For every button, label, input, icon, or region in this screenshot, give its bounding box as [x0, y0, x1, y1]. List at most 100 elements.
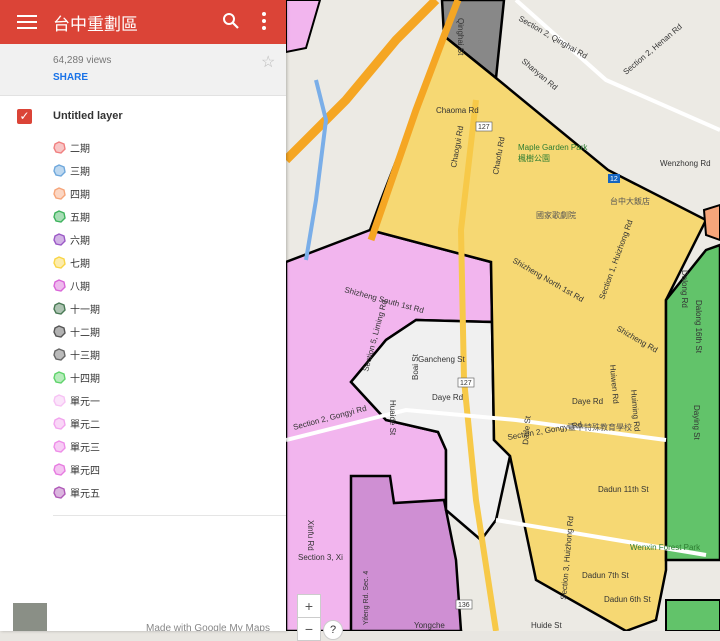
- legend-item[interactable]: 七期: [53, 254, 90, 270]
- zone-4[interactable]: [702, 203, 720, 242]
- legend-item[interactable]: 六期: [53, 231, 90, 247]
- legend-item-label: 十一期: [70, 304, 100, 316]
- polygon-style-icon: [53, 393, 66, 407]
- legend-item-label: 七期: [70, 258, 90, 270]
- polygon-style-icon: [53, 163, 66, 177]
- label-huide-st: Huide St: [531, 621, 562, 630]
- label-maple-garden-zh: 楓樹公園: [518, 153, 550, 163]
- polygon-style-icon: [53, 324, 66, 338]
- label-gancheng-st: Gancheng St: [418, 355, 465, 364]
- legend-item[interactable]: 三期: [53, 162, 90, 178]
- star-icon[interactable]: ☆: [261, 52, 275, 72]
- map-svg[interactable]: Qinghai St Section 2, Qinghai Rd Section…: [286, 0, 720, 631]
- label-xinfu-rd: Xinfu Rd: [306, 520, 315, 551]
- route-136: 136: [458, 602, 470, 609]
- map-info: 64,289 views SHARE ☆: [0, 44, 286, 96]
- legend-item-label: 十四期: [70, 373, 100, 385]
- zoom-out-button[interactable]: −: [297, 617, 321, 641]
- polygon-style-icon: [53, 462, 66, 476]
- label-boai-st: Boai St: [411, 353, 420, 380]
- label-dadun-6th: Dadun 6th St: [604, 595, 651, 604]
- legend-item-label: 八期: [70, 281, 90, 293]
- route-127-mid: 127: [460, 380, 472, 387]
- legend-item-label: 單元四: [70, 465, 100, 477]
- legend-item-label: 四期: [70, 189, 90, 201]
- label-qinghai-st: Qinghai St: [456, 18, 465, 56]
- label-section3-xi: Section 3, Xi: [298, 553, 343, 562]
- legend-item[interactable]: 八期: [53, 277, 90, 293]
- legend-item[interactable]: 十四期: [53, 369, 100, 385]
- legend-item-label: 五期: [70, 212, 90, 224]
- legend-item[interactable]: 十二期: [53, 323, 100, 339]
- label-daye-rd-2: Daye Rd: [572, 397, 603, 406]
- label-school: 臺中特殊教育學校: [568, 422, 632, 432]
- label-dadun-7th: Dadun 7th St: [582, 571, 629, 580]
- label-maple-garden: Maple Garden Park: [518, 143, 588, 152]
- layer-checkbox[interactable]: ✓: [17, 109, 32, 124]
- made-with-label: Made with Google My Maps: [146, 623, 270, 631]
- polygon-style-icon: [53, 416, 66, 430]
- legend-item-label: 單元三: [70, 442, 100, 454]
- layer-name[interactable]: Untitled layer: [53, 110, 123, 122]
- polygon-style-icon: [53, 347, 66, 361]
- legend-item[interactable]: 四期: [53, 185, 90, 201]
- route-127-north: 127: [478, 124, 490, 131]
- legend-item[interactable]: 二期: [53, 139, 90, 155]
- title-bar: 台中重劃區: [0, 0, 286, 44]
- zoom-in-button[interactable]: +: [297, 594, 321, 618]
- legend-item[interactable]: 單元四: [53, 461, 100, 477]
- label-yongchen: Yongche: [414, 621, 445, 630]
- label-wenzhong-rd: Wenzhong Rd: [660, 159, 711, 168]
- divider: [53, 515, 286, 516]
- label-dalong-rd: Dalong Rd: [680, 270, 689, 308]
- legend-item-label: 單元二: [70, 419, 100, 431]
- polygon-style-icon: [53, 186, 66, 200]
- polygon-style-icon: [53, 485, 66, 499]
- polygon-style-icon: [53, 370, 66, 384]
- polygon-style-icon: [53, 140, 66, 154]
- label-chaoma-rd: Chaoma Rd: [436, 106, 479, 115]
- label-taichung-hotel: 台中大飯店: [610, 196, 650, 206]
- legend-item-label: 三期: [70, 166, 90, 178]
- polygon-style-icon: [53, 232, 66, 246]
- legend-item[interactable]: 十三期: [53, 346, 100, 362]
- view-count: 64,289 views: [53, 55, 112, 66]
- polygon-style-icon: [53, 255, 66, 269]
- label-dalong-16th: Dalong 16th St: [694, 300, 703, 354]
- basemap-thumbnail[interactable]: [13, 603, 47, 631]
- legend-item[interactable]: 單元二: [53, 415, 100, 431]
- menu-icon[interactable]: [17, 15, 37, 29]
- map-title: 台中重劃區: [53, 14, 138, 34]
- search-icon[interactable]: [222, 12, 240, 35]
- legend-item-label: 十三期: [70, 350, 100, 362]
- help-button[interactable]: ?: [323, 620, 343, 640]
- polygon-style-icon: [53, 439, 66, 453]
- label-national-theater: 國家歌劇院: [536, 210, 576, 220]
- zone-5[interactable]: [664, 243, 720, 562]
- legend-item[interactable]: 單元一: [53, 392, 100, 408]
- label-yifeng-rd: Yifeng Rd. Sec. 4: [363, 571, 370, 625]
- route-12: 12: [610, 176, 618, 183]
- share-button[interactable]: SHARE: [53, 72, 88, 83]
- more-options-icon[interactable]: [262, 12, 266, 30]
- label-wenxin-forest: Wenxin Forest Park: [630, 543, 701, 552]
- legend-item-label: 單元五: [70, 488, 100, 500]
- legend-item[interactable]: 單元五: [53, 484, 100, 500]
- legend-item[interactable]: 十一期: [53, 300, 100, 316]
- polygon-style-icon: [53, 301, 66, 315]
- legend-item-label: 二期: [70, 143, 90, 155]
- zone-5-south[interactable]: [665, 599, 720, 631]
- polygon-style-icon: [53, 209, 66, 223]
- legend-item[interactable]: 五期: [53, 208, 90, 224]
- layer-header: ✓ Untitled layer: [0, 108, 286, 128]
- map-canvas[interactable]: Qinghai St Section 2, Qinghai Rd Section…: [286, 0, 720, 631]
- legend-item-label: 六期: [70, 235, 90, 247]
- label-daye-rd: Daye Rd: [432, 393, 463, 402]
- polygon-style-icon: [53, 278, 66, 292]
- label-dadun-11th: Dadun 11th St: [598, 485, 649, 494]
- label-daying-st: Daying St: [692, 405, 701, 440]
- legend-item-label: 十二期: [70, 327, 100, 339]
- legend-item[interactable]: 單元三: [53, 438, 100, 454]
- legend-item-label: 單元一: [70, 396, 100, 408]
- label-huaide-st: Huaide St: [388, 400, 397, 436]
